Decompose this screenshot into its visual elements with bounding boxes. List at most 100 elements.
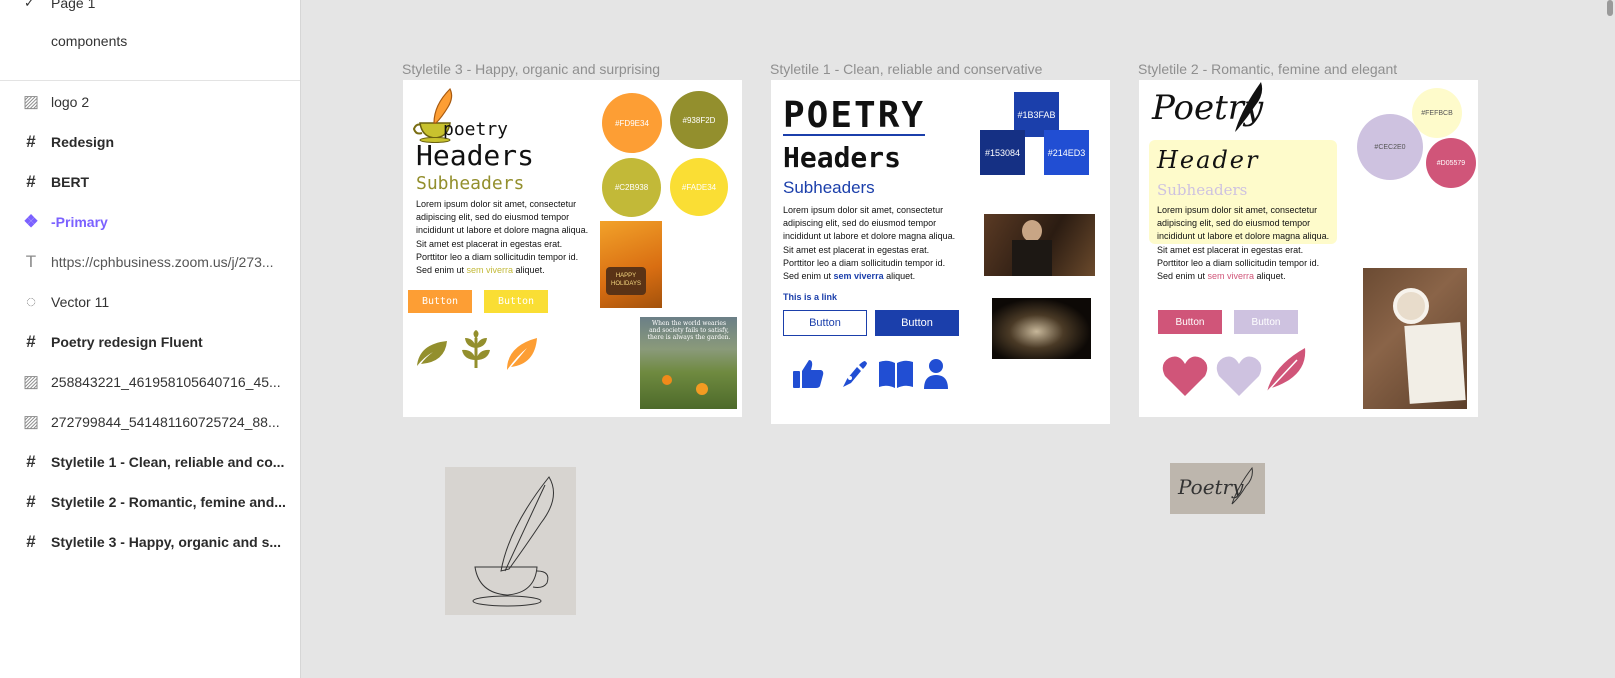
- layer-label: 258843221_461958105640716_45...: [51, 374, 281, 390]
- swatch-d05579[interactable]: #D05579: [1426, 138, 1476, 188]
- divider: [0, 80, 300, 81]
- headers-sample: Headers: [783, 141, 902, 174]
- coffee-and-book-photo[interactable]: [1363, 268, 1467, 409]
- secondary-button[interactable]: Button: [484, 290, 548, 313]
- layer-item[interactable]: # BERT: [0, 162, 300, 202]
- inline-link[interactable]: sem viverra: [834, 271, 884, 281]
- layer-item[interactable]: ◌ Vector 11: [0, 282, 300, 322]
- page-item-page-1[interactable]: ✓ Page 1: [0, 0, 300, 20]
- subheaders-sample: Subheaders: [783, 178, 875, 197]
- body-text: Lorem ipsum dolor sit amet, consectetur …: [416, 199, 589, 276]
- image-icon: ▨: [22, 92, 40, 111]
- image-icon: ▨: [22, 372, 40, 391]
- layer-label: BERT: [51, 174, 90, 190]
- open-book-icon[interactable]: [877, 358, 915, 390]
- layer-label: Styletile 3 - Happy, organic and s...: [51, 534, 282, 550]
- lavender-heart-icon[interactable]: [1215, 354, 1263, 398]
- subheaders-sample: Subheaders: [1157, 181, 1248, 199]
- quote-text: When the world wearies and society fails…: [647, 320, 731, 341]
- frame-icon: #: [26, 172, 36, 191]
- layer-item[interactable]: Thttps://cphbusiness.zoom.us/j/273...: [0, 242, 300, 282]
- frame-title-styletile-2[interactable]: Styletile 2 - Romantic, femine and elega…: [1138, 61, 1397, 77]
- tea-package-photo[interactable]: HAPPY HOLIDAYS: [600, 221, 662, 308]
- body-text: Lorem ipsum dolor sit amet, consectetur …: [783, 205, 956, 282]
- body-text-end: aliquet.: [1254, 271, 1286, 282]
- body-text-sample: Lorem ipsum dolor sit amet, consectetur …: [416, 198, 594, 277]
- outline-button[interactable]: Button: [783, 310, 867, 336]
- page-label: Page 1: [51, 0, 96, 11]
- text-icon: T: [25, 252, 37, 271]
- swatch-fade34[interactable]: #FADE34: [670, 158, 728, 216]
- primary-button[interactable]: Button: [408, 290, 472, 313]
- swatch-214ed3[interactable]: #214ED3: [1044, 130, 1089, 175]
- vector-icon: ◌: [25, 292, 37, 311]
- package-label: HAPPY HOLIDAYS: [606, 267, 646, 295]
- layer-item[interactable]: # Styletile 3 - Happy, organic and s...: [0, 522, 300, 562]
- page-item-components[interactable]: components: [0, 24, 300, 58]
- swatch-938f2d[interactable]: #938F2D: [670, 91, 728, 149]
- page-label: components: [51, 33, 128, 49]
- swatch-c2b938[interactable]: #C2B938: [602, 158, 661, 217]
- fountain-pen-icon[interactable]: [839, 359, 869, 389]
- sketch-drawing: [472, 476, 554, 607]
- logo-text: POETRY: [783, 95, 926, 136]
- sprout-icon[interactable]: [459, 330, 493, 370]
- sketch-quill-icon: [1231, 466, 1253, 505]
- quill-teacup-sketch-image[interactable]: [445, 467, 576, 615]
- logo-text: poetry: [443, 119, 509, 140]
- layer-label: Redesign: [51, 134, 115, 150]
- frame-title-styletile-3[interactable]: Styletile 3 - Happy, organic and surpris…: [402, 61, 660, 77]
- layer-item[interactable]: # Styletile 2 - Romantic, femine and...: [0, 482, 300, 522]
- inline-link[interactable]: sem viverra: [1208, 271, 1255, 281]
- body-text: Lorem ipsum dolor sit amet, consectetur …: [1157, 205, 1330, 282]
- image-icon: ▨: [22, 412, 40, 431]
- layer-label: logo 2: [51, 94, 90, 110]
- heart-icon[interactable]: [1161, 354, 1209, 398]
- layers-panel: ✓ Page 1 components ▨ logo 2 # Redesign # BER…: [0, 0, 301, 678]
- scrollbar-thumb[interactable]: [1607, 0, 1613, 16]
- layer-label: Vector 11: [51, 294, 110, 310]
- swatch-fefbcb[interactable]: #FEFBCB: [1412, 88, 1462, 138]
- frame-icon: #: [26, 532, 36, 551]
- layer-item[interactable]: ❖ -Primary: [0, 202, 300, 242]
- layer-label: 272799844_541481160725724_88...: [51, 414, 280, 430]
- sample-link[interactable]: This is a link: [783, 292, 837, 302]
- swatch-fd9e34[interactable]: #FD9E34: [602, 93, 662, 153]
- shakespeare-portrait-photo[interactable]: [984, 214, 1095, 276]
- layer-label: Styletile 1 - Clean, reliable and co...: [51, 454, 285, 470]
- layer-item[interactable]: # Poetry redesign Fluent: [0, 322, 300, 362]
- feather-icon[interactable]: [1263, 346, 1309, 394]
- layer-item[interactable]: # Redesign: [0, 122, 300, 162]
- layer-label: -Primary: [51, 214, 108, 230]
- component-icon: ❖: [23, 212, 39, 231]
- swatch-cec2e0[interactable]: #CEC2E0: [1357, 114, 1423, 180]
- layer-label: https://cphbusiness.zoom.us/j/273...: [51, 254, 274, 270]
- styletile-3-frame[interactable]: poetry Headers Subheaders Lorem ipsum do…: [403, 80, 742, 417]
- secondary-button[interactable]: Button: [1234, 310, 1298, 334]
- styletile-2-frame[interactable]: Poetry Header Subheaders Lorem ipsum dol…: [1139, 80, 1478, 417]
- leaf-icon[interactable]: [415, 338, 451, 368]
- primary-button[interactable]: Button: [875, 310, 959, 336]
- design-canvas[interactable]: Styletile 3 - Happy, organic and surpris…: [301, 0, 1615, 678]
- body-text-sample: Lorem ipsum dolor sit amet, consectetur …: [1157, 204, 1335, 283]
- inline-link[interactable]: sem viverra: [467, 265, 514, 275]
- primary-button[interactable]: Button: [1158, 310, 1222, 334]
- checkmark-icon: ✓: [24, 0, 35, 10]
- frame-title-styletile-1[interactable]: Styletile 1 - Clean, reliable and conser…: [770, 61, 1042, 77]
- layer-item[interactable]: # Styletile 1 - Clean, reliable and co...: [0, 442, 300, 482]
- frame-icon: #: [26, 332, 36, 351]
- layer-item[interactable]: ▨ 272799844_541481160725724_88...: [0, 402, 300, 442]
- layer-item[interactable]: ▨ logo 2: [0, 82, 300, 122]
- open-book-candlelight-photo[interactable]: [992, 298, 1091, 359]
- garden-quote-photo[interactable]: When the world wearies and society fails…: [640, 317, 737, 409]
- thumbs-up-icon[interactable]: [791, 358, 825, 390]
- header-sample: Header: [1157, 146, 1260, 174]
- orange-leaf-icon[interactable]: [505, 336, 539, 372]
- poetry-sketch-logo-image[interactable]: Poetry: [1170, 463, 1265, 514]
- swatch-153084[interactable]: #153084: [980, 130, 1025, 175]
- quill-icon: [1235, 82, 1263, 132]
- layer-label: Poetry redesign Fluent: [51, 334, 203, 350]
- styletile-1-frame[interactable]: POETRY Headers Subheaders Lorem ipsum do…: [771, 80, 1110, 424]
- user-icon[interactable]: [922, 358, 950, 390]
- layer-item[interactable]: ▨ 258843221_461958105640716_45...: [0, 362, 300, 402]
